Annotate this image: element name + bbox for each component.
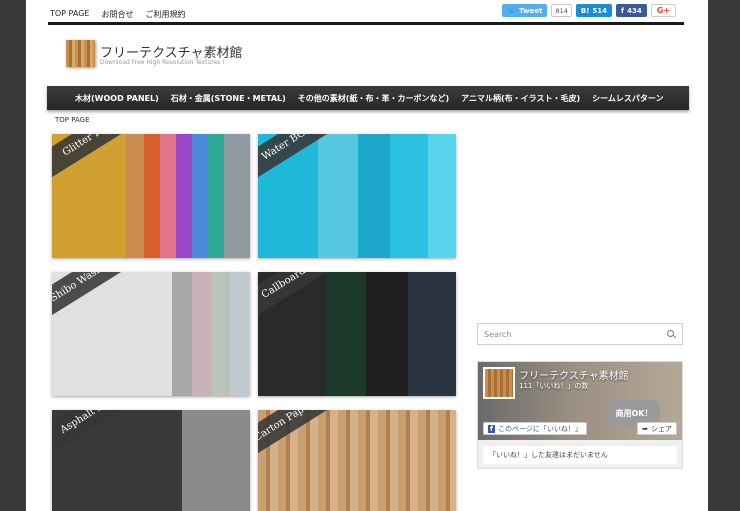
- main-nav: 木材(WOOD PANEL) 石材・金属(STONE・METAL) その他の素材…: [47, 86, 689, 110]
- nav-stone-metal[interactable]: 石材・金属(STONE・METAL): [171, 93, 286, 104]
- thumb-asphalt[interactable]: Asphalt Pattern set: [52, 410, 250, 511]
- hatena-count: 514: [592, 6, 608, 15]
- nav-other[interactable]: その他の素材(紙・布・革・カーボンなど): [298, 93, 449, 104]
- breadcrumb[interactable]: TOP PAGE: [55, 116, 90, 124]
- thumb-label: Shibo Washi Pattern set: [52, 272, 182, 325]
- tweet-count: 814: [551, 4, 572, 17]
- nav-animal[interactable]: アニマル柄(布・イラスト・毛皮): [461, 93, 580, 104]
- top-nav-terms[interactable]: ご利用規約: [145, 9, 185, 20]
- facebook-icon: f: [488, 424, 496, 433]
- top-nav: TOP PAGE お問合せ ご利用規約: [50, 9, 185, 20]
- facebook-share-button[interactable]: ➦ シェア: [637, 422, 677, 435]
- facebook-like-count: 111「いいね！」の数: [519, 382, 589, 390]
- thumb-carton-paper[interactable]: Carton Paper Pattern set: [258, 410, 456, 511]
- thumb-water[interactable]: Water BG Pattern set: [258, 134, 456, 258]
- top-nav-top-page[interactable]: TOP PAGE: [50, 9, 89, 20]
- facebook-page-title[interactable]: フリーテクスチャ素材館: [519, 367, 629, 382]
- thumb-shibo-washi[interactable]: Shibo Washi Pattern set: [52, 272, 250, 396]
- tweet-button[interactable]: 🐦 Tweet: [502, 4, 548, 17]
- thumb-label: Glitter Pattern set: [52, 134, 182, 187]
- header-divider: [48, 22, 684, 25]
- hatena-button[interactable]: B! 514: [575, 4, 613, 17]
- facebook-count: 434: [627, 6, 642, 15]
- nav-wood[interactable]: 木材(WOOD PANEL): [75, 93, 159, 104]
- facebook-widget: フリーテクスチャ素材館 111「いいね！」の数 商用OK！ f このページに「い…: [477, 361, 683, 469]
- thumb-label: Carton Paper Pattern set: [258, 410, 388, 463]
- page: TOP PAGE お問合せ ご利用規約 🐦 Tweet 814 B! 514 f…: [26, 0, 708, 511]
- gplus-button[interactable]: G+: [650, 4, 676, 17]
- thumb-label: Asphalt Pattern set: [52, 410, 182, 463]
- social-buttons: 🐦 Tweet 814 B! 514 f 434 G+: [502, 4, 676, 17]
- tweet-label: Tweet: [519, 6, 543, 15]
- thumb-label: Callboard Pattern set: [258, 272, 388, 325]
- thumb-callboard[interactable]: Callboard Pattern set: [258, 272, 456, 396]
- logo-icon[interactable]: [66, 40, 95, 67]
- search-input[interactable]: [484, 329, 667, 339]
- nav-seamless[interactable]: シームレスパターン: [592, 93, 663, 104]
- search-box: [477, 323, 683, 345]
- share-icon: ➦: [642, 424, 648, 433]
- thumb-label: Water BG Pattern set: [258, 134, 388, 187]
- thumb-glitter[interactable]: Glitter Pattern set: [52, 134, 250, 258]
- facebook-like-label: このページに「いいね！」: [498, 424, 582, 433]
- facebook-share-label: シェア: [651, 424, 672, 433]
- top-nav-contact[interactable]: お問合せ: [101, 9, 133, 20]
- facebook-page-avatar[interactable]: [483, 367, 515, 399]
- twitter-icon: 🐦: [507, 6, 517, 15]
- facebook-like-button[interactable]: f このページに「いいね！」: [483, 422, 587, 435]
- facebook-icon: f: [621, 6, 625, 15]
- facebook-friends-note: 「いいね！」した友達はまだいません: [483, 446, 677, 464]
- search-icon[interactable]: [667, 329, 676, 339]
- site-subtitle: Download Free High Resolution Textures !: [100, 59, 225, 66]
- hatena-icon: B!: [580, 6, 590, 15]
- facebook-button[interactable]: f 434: [616, 4, 647, 17]
